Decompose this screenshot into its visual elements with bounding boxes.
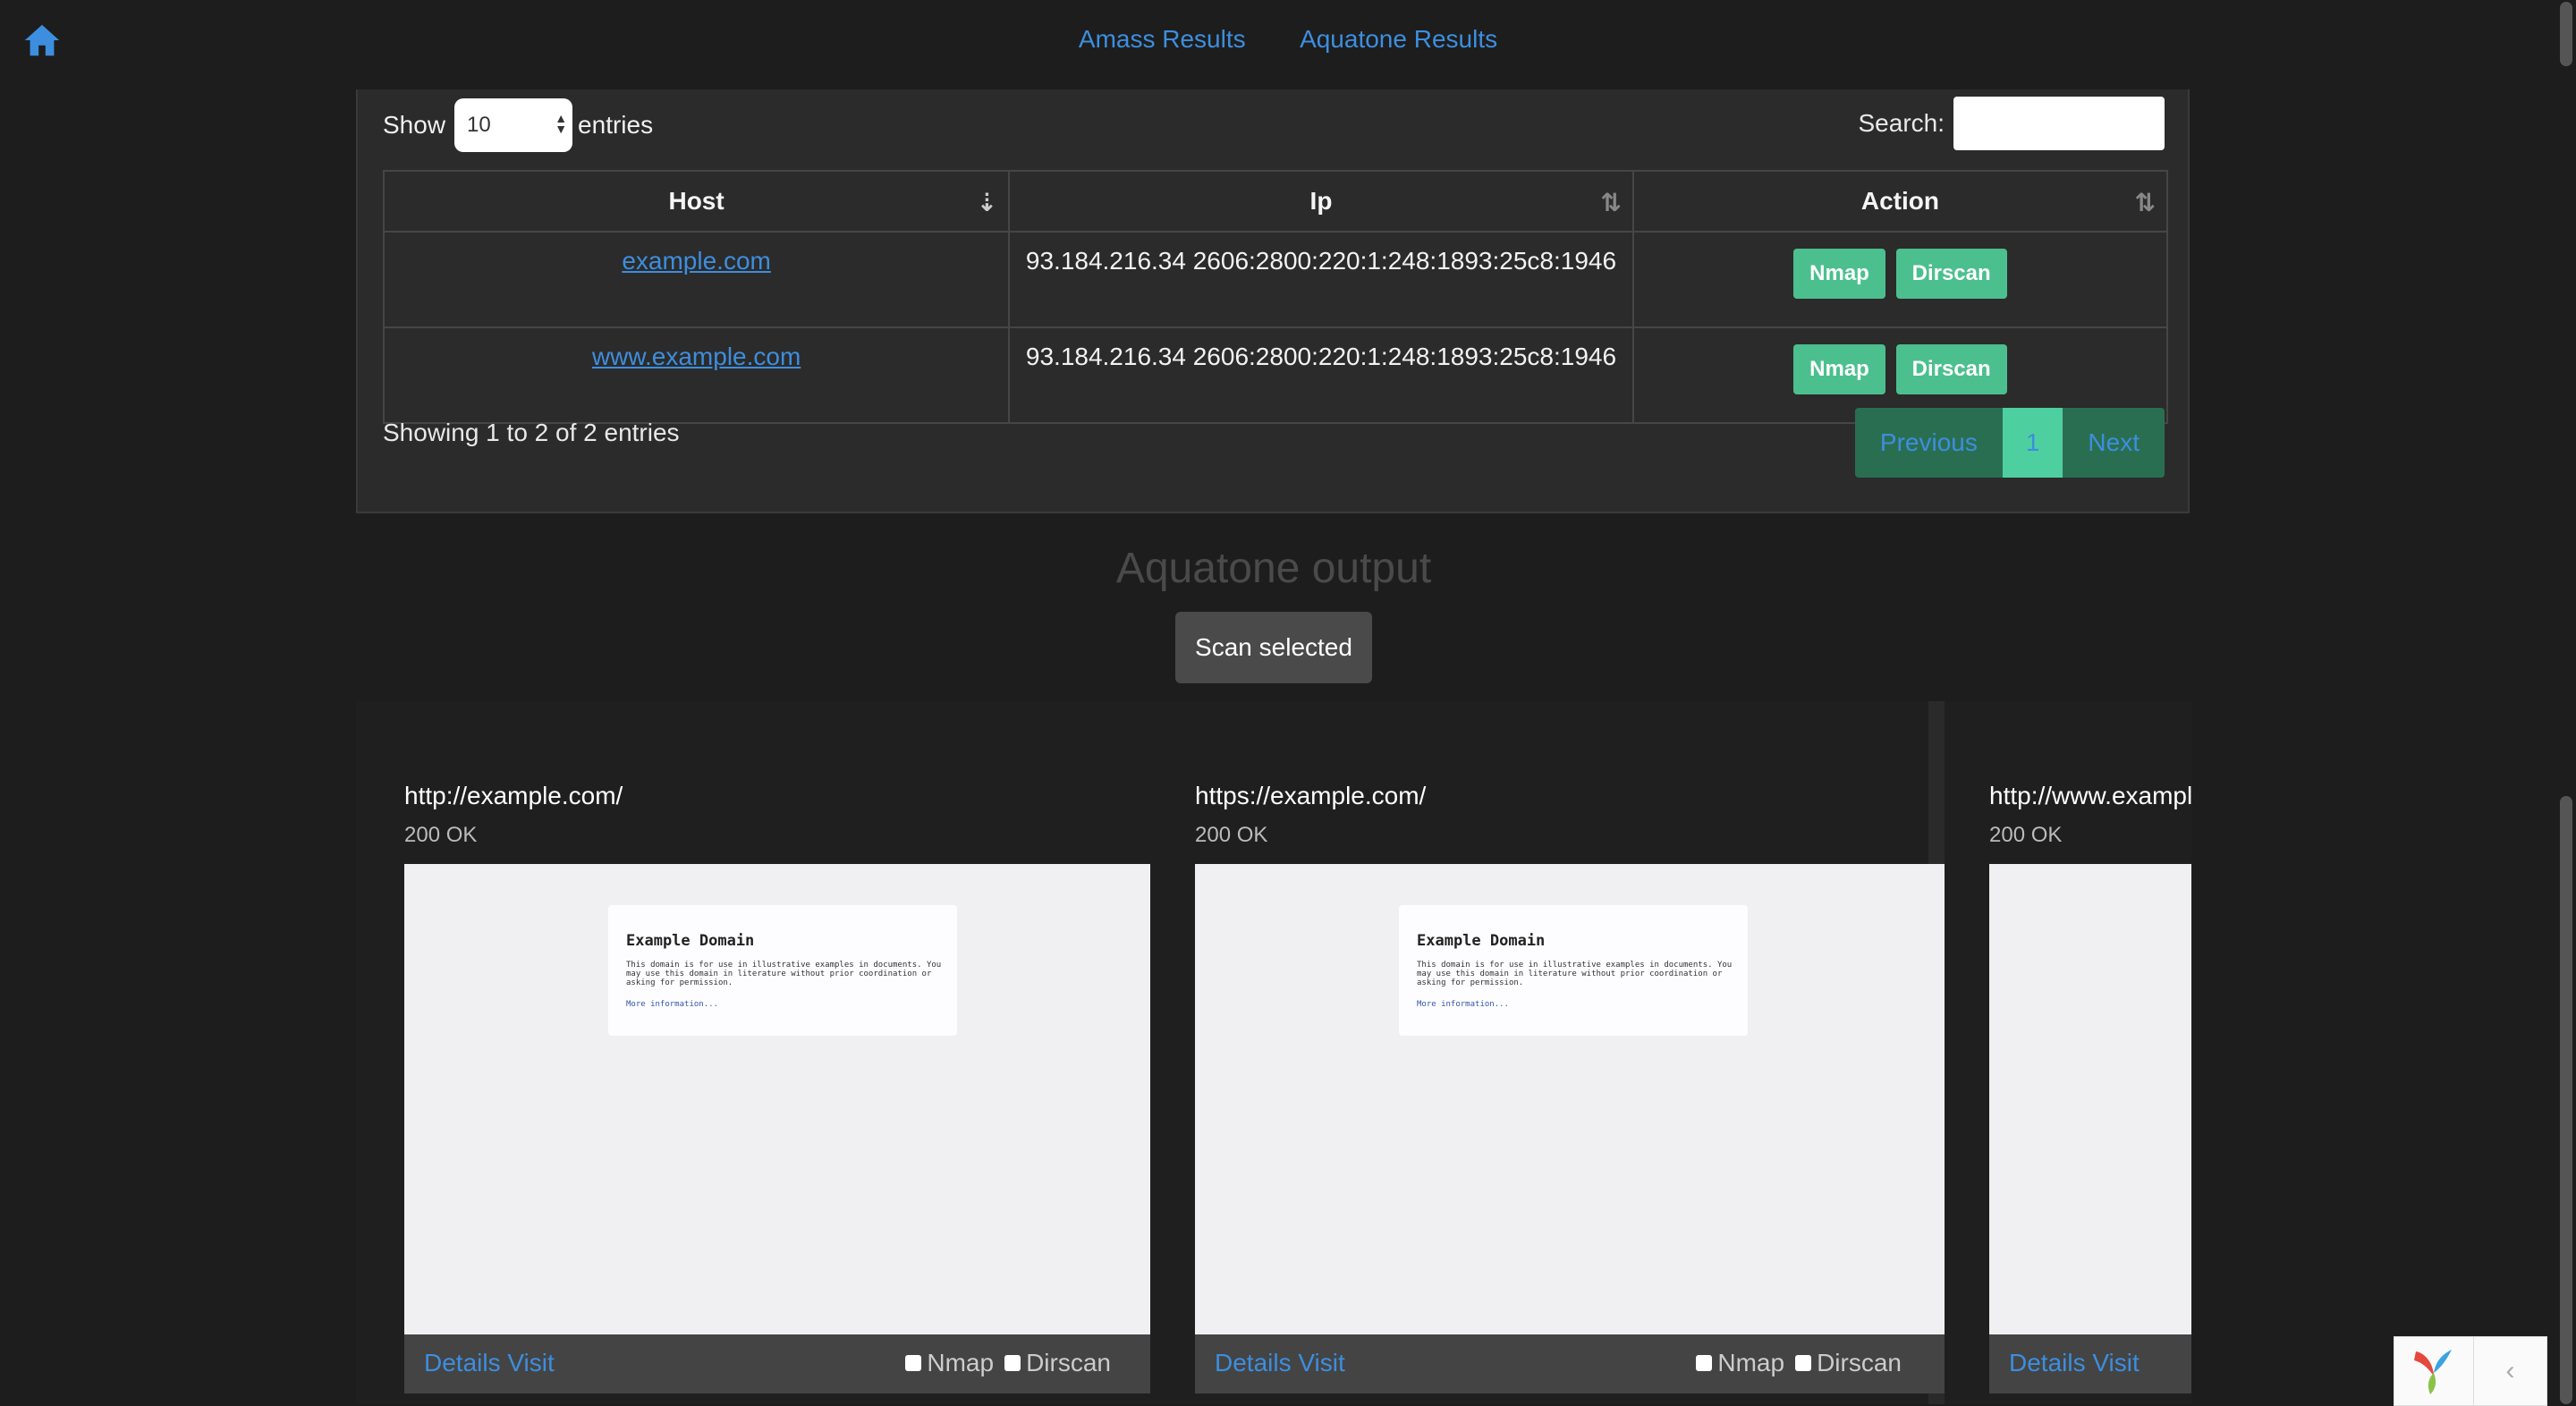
screenshot-text: This domain is for use in illustrative e… xyxy=(1417,961,1733,987)
pagination: Previous 1 Next xyxy=(1854,408,2165,478)
sort-icon: ⇅ xyxy=(1600,189,1622,216)
card-links: Details Visit xyxy=(1215,1349,1345,1377)
show-label: Show xyxy=(383,111,446,139)
dirscan-checkbox-label: Dirscan xyxy=(1817,1349,1902,1376)
aquatone-output-title: Aquatone output xyxy=(1115,545,1432,592)
details-link[interactable]: Details xyxy=(424,1349,501,1376)
details-link[interactable]: Details xyxy=(2009,1349,2086,1376)
card-status: 200 OK xyxy=(404,823,478,847)
entries-label: entries xyxy=(578,111,654,139)
screenshot-text: This domain is for use in illustrative e… xyxy=(626,961,942,987)
screenshot-card: https://example.com/ 200 OK Example Doma… xyxy=(1150,701,1952,1404)
nmap-button[interactable]: Nmap xyxy=(1793,344,1885,394)
details-link[interactable]: Details xyxy=(1215,1349,1292,1376)
pagination-previous[interactable]: Previous xyxy=(1854,408,2003,478)
nmap-button[interactable]: Nmap xyxy=(1793,249,1885,299)
screenshot-heading: Example Domain xyxy=(1417,932,1546,950)
search-label: Search: xyxy=(1858,109,1945,137)
screenshot-link: More information... xyxy=(1417,1000,1509,1009)
card-url: http://www.exampl xyxy=(1989,782,2191,809)
screenshot-link: More information... xyxy=(626,1000,718,1009)
ip-cell: 93.184.216.34 2606:2800:220:1:248:1893:2… xyxy=(1008,326,1634,424)
dirscan-button[interactable]: Dirscan xyxy=(1895,344,2007,394)
screenshot-card: http://www.exampl 200 OK Details Visit xyxy=(1945,701,2191,1404)
screenshot-content-box: Example Domain This domain is for use in… xyxy=(608,905,957,1036)
sort-ascending-icon: ⇣ xyxy=(976,189,998,216)
results-table-panel: Show 10 ▲ ▼ entries Search: Host ⇣ Ip ⇅ A xyxy=(356,89,2190,513)
nav-links: Amass Results Aquatone Results xyxy=(0,25,2576,54)
host-cell: www.example.com xyxy=(382,326,1011,424)
sort-icon: ⇅ xyxy=(2134,189,2156,216)
card-url: https://example.com/ xyxy=(1195,782,1427,809)
page-screenshot[interactable]: Example Domain This domain is for use in… xyxy=(1195,864,1952,1334)
pagination-next[interactable]: Next xyxy=(2063,408,2165,478)
visit-link[interactable]: Visit xyxy=(2092,1349,2139,1376)
card-scan-options: Nmap Dirscan xyxy=(894,1349,1111,1377)
search-control: Search: xyxy=(1859,97,2165,150)
card-status: 200 OK xyxy=(1989,823,2063,847)
page-screenshot[interactable]: Example Domain This domain is for use in… xyxy=(404,864,1161,1334)
entries-select[interactable]: 10 ▲ ▼ xyxy=(454,98,573,152)
card-links: Details Visit xyxy=(2009,1349,2140,1377)
nav-amass-results[interactable]: Amass Results xyxy=(1079,25,1246,53)
table-header-row: Host ⇣ Ip ⇅ Action ⇅ xyxy=(382,170,2169,233)
scrollbar-thumb[interactable] xyxy=(2560,796,2572,1404)
scrollbar-thumb[interactable] xyxy=(2560,2,2572,66)
column-header-action[interactable]: Action ⇅ xyxy=(1631,170,2169,233)
aquatone-cards: http://example.com/ 200 OK Example Domai… xyxy=(356,701,2191,1404)
yii-logo-icon xyxy=(2414,1350,2452,1394)
search-input[interactable] xyxy=(1953,97,2165,150)
visit-link[interactable]: Visit xyxy=(1298,1349,1344,1376)
pagination-page-1[interactable]: 1 xyxy=(2002,408,2063,478)
column-header-label: Host xyxy=(668,187,724,215)
card-footer: Details Visit Nmap Dirscan xyxy=(1195,1334,1952,1393)
scan-selected-button[interactable]: Scan selected xyxy=(1175,612,1372,683)
chevron-left-icon[interactable]: ‹ xyxy=(2474,1337,2546,1405)
column-header-host[interactable]: Host ⇣ xyxy=(382,170,1011,233)
dirscan-button[interactable]: Dirscan xyxy=(1895,249,2007,299)
card-scan-options: Nmap Dirscan xyxy=(1685,1349,1902,1377)
page-screenshot[interactable] xyxy=(1989,864,2191,1334)
nmap-checkbox[interactable] xyxy=(905,1355,922,1371)
nmap-checkbox[interactable] xyxy=(1696,1355,1713,1371)
entries-select-value: 10 xyxy=(467,113,491,137)
card-status: 200 OK xyxy=(1195,823,1268,847)
show-entries-control: Show 10 ▲ ▼ entries xyxy=(383,98,653,152)
card-url: http://example.com/ xyxy=(404,782,623,809)
screenshot-heading: Example Domain xyxy=(626,932,755,950)
card-links: Details Visit xyxy=(424,1349,555,1377)
card-footer: Details Visit xyxy=(1989,1334,2191,1393)
host-link[interactable]: www.example.com xyxy=(592,343,801,370)
column-header-label: Action xyxy=(1860,187,1939,215)
visit-link[interactable]: Visit xyxy=(507,1349,554,1376)
debug-toolbar-logo-icon[interactable] xyxy=(2394,1337,2474,1405)
dirscan-checkbox[interactable] xyxy=(1004,1355,1021,1371)
column-header-ip[interactable]: Ip ⇅ xyxy=(1008,170,1634,233)
host-cell: example.com xyxy=(382,231,1011,328)
top-navbar: Amass Results Aquatone Results xyxy=(0,0,2576,86)
screenshot-content-box: Example Domain This domain is for use in… xyxy=(1399,905,1748,1036)
nmap-checkbox-label: Nmap xyxy=(927,1349,995,1376)
select-arrows-icon: ▲ ▼ xyxy=(555,111,568,136)
debug-toolbar: ‹ xyxy=(2394,1336,2547,1406)
nav-aquatone-results[interactable]: Aquatone Results xyxy=(1300,25,1497,53)
nmap-checkbox-label: Nmap xyxy=(1717,1349,1785,1376)
dirscan-checkbox-label: Dirscan xyxy=(1026,1349,1111,1376)
host-link[interactable]: example.com xyxy=(622,247,771,275)
screenshot-card: http://example.com/ 200 OK Example Domai… xyxy=(356,701,1161,1404)
action-cell: Nmap Dirscan xyxy=(1631,231,2169,328)
table-row: example.com 93.184.216.34 2606:2800:220:… xyxy=(382,231,2169,328)
results-table: Host ⇣ Ip ⇅ Action ⇅ example.com 93.184.… xyxy=(382,170,2169,424)
card-footer: Details Visit Nmap Dirscan xyxy=(404,1334,1161,1393)
dirscan-checkbox[interactable] xyxy=(1795,1355,1812,1371)
ip-cell: 93.184.216.34 2606:2800:220:1:248:1893:2… xyxy=(1008,231,1634,328)
table-info: Showing 1 to 2 of 2 entries xyxy=(383,419,680,446)
page-scrollbar[interactable] xyxy=(2555,0,2576,1404)
column-header-label: Ip xyxy=(1309,187,1333,215)
